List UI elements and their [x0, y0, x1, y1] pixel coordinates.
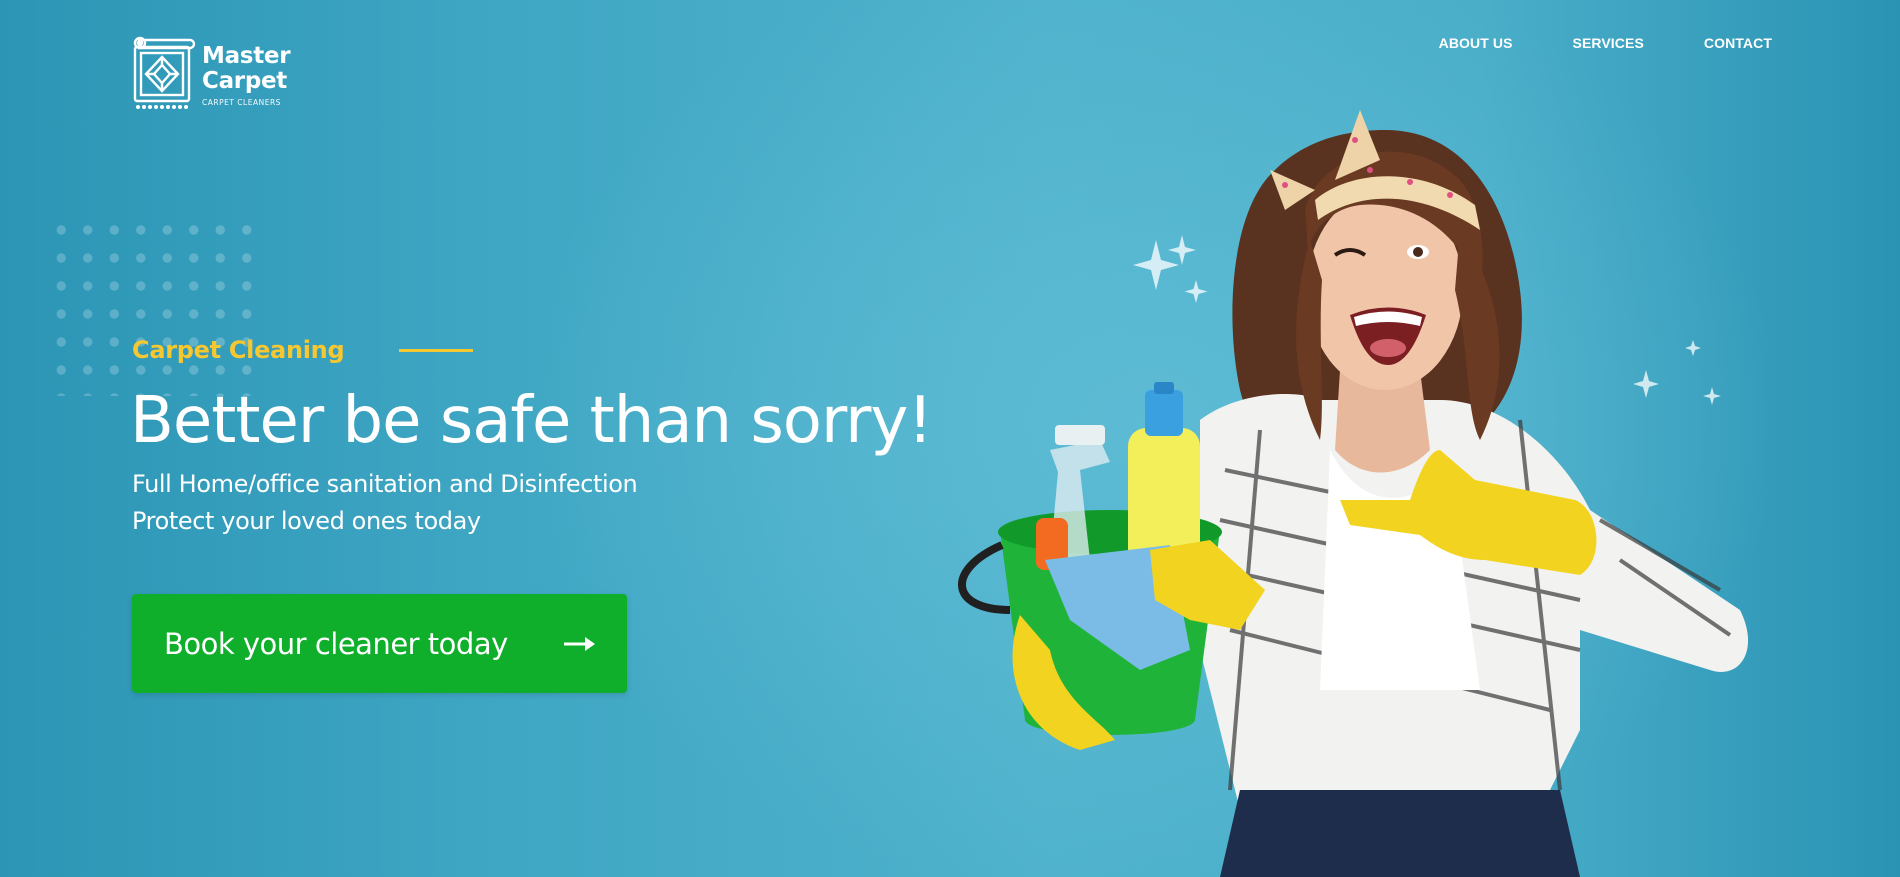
logo-subtitle: CARPET CLEANERS [202, 98, 281, 107]
eyebrow-divider [399, 348, 474, 352]
landing-page: Master Carpet CARPET CLEANERS ABOUT US S… [0, 0, 1900, 877]
book-cleaner-button[interactable]: Book your cleaner today [132, 594, 627, 693]
eyebrow-text: Carpet Cleaning [132, 336, 345, 364]
hero-headline: Better be safe than sorry! [130, 384, 933, 458]
hero-image-woman-cleaning [958, 110, 1749, 877]
hero-subline-2: Protect your loved ones today [132, 507, 481, 535]
logo-title-line2: Carpet [202, 68, 288, 94]
hero-subline-1: Full Home/office sanitation and Disinfec… [132, 470, 638, 498]
carpet-icon [133, 36, 196, 109]
main-nav: ABOUT US SERVICES CONTACT [1439, 35, 1772, 51]
book-cleaner-label: Book your cleaner today [164, 626, 508, 661]
nav-about-us[interactable]: ABOUT US [1439, 35, 1513, 51]
logo-title-line1: Master [202, 43, 291, 69]
logo[interactable]: Master Carpet CARPET CLEANERS [132, 35, 291, 113]
hero-eyebrow: Carpet Cleaning [132, 336, 474, 364]
nav-contact[interactable]: CONTACT [1704, 35, 1772, 51]
decorative-dot-grid [48, 216, 258, 396]
nav-services[interactable]: SERVICES [1573, 35, 1644, 51]
arrow-right-icon [564, 636, 595, 651]
logo-text: Master Carpet CARPET CLEANERS [202, 43, 291, 108]
